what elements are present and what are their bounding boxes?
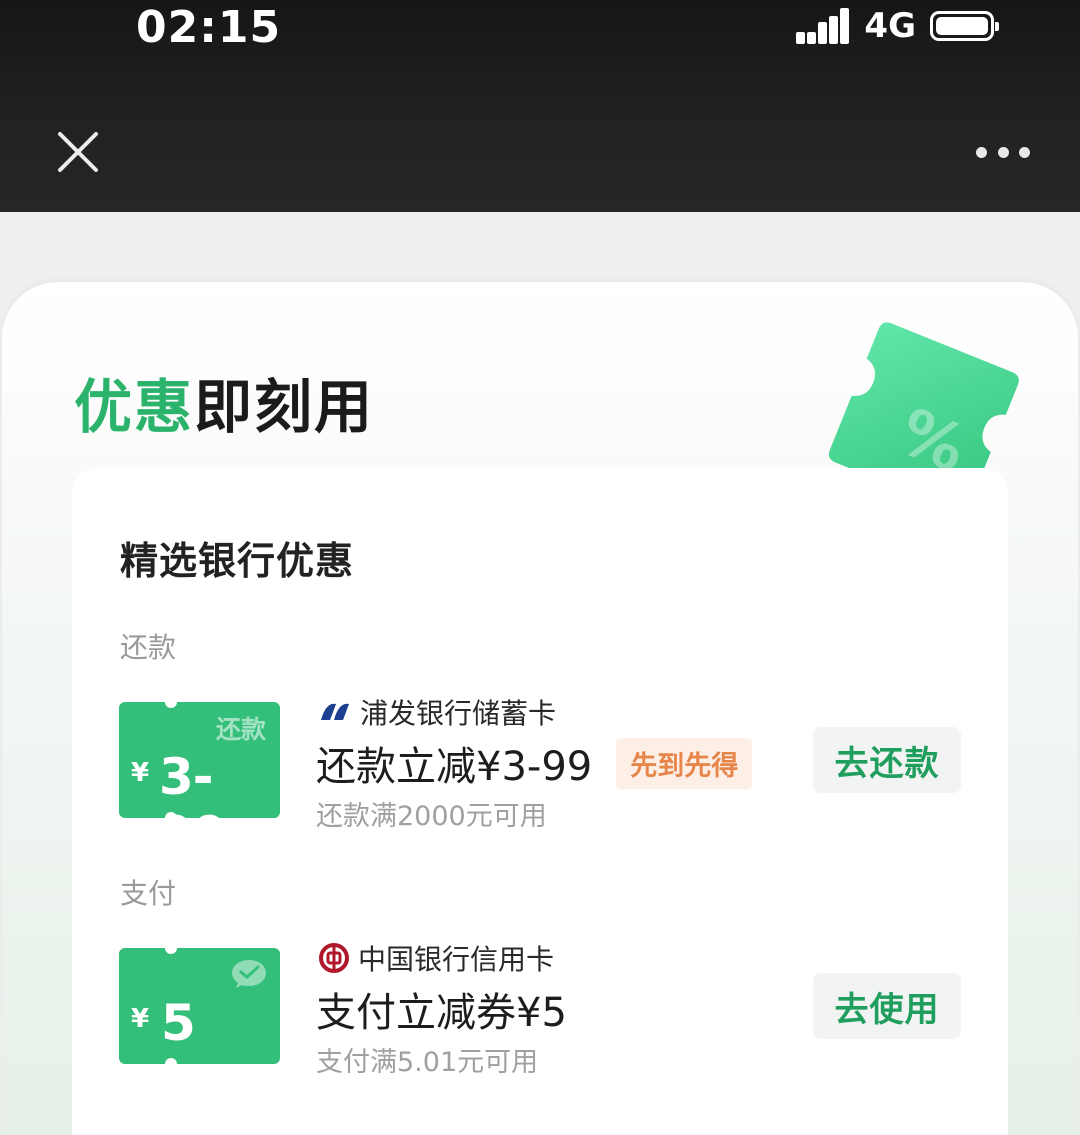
- section-label-repay: 还款: [120, 631, 177, 664]
- offer-title-row: 还款立减¥3-99 先到先得: [316, 734, 753, 792]
- coupon-currency: ¥: [131, 1004, 150, 1034]
- top-bar: 02:15 4G: [0, 0, 1080, 212]
- coupon-amount: 3-99: [159, 748, 228, 818]
- page-title: 优惠即刻用: [74, 360, 374, 444]
- card-title: 精选银行优惠: [120, 539, 355, 583]
- offer-condition: 支付满5.01元可用: [316, 1047, 539, 1078]
- page-title-accent: 优惠: [74, 373, 195, 441]
- use-button[interactable]: 去使用: [813, 973, 961, 1039]
- coupon-pay: ¥ 5: [119, 948, 280, 1064]
- status-time: 02:15: [136, 2, 282, 53]
- coupon-tag: 还款: [215, 715, 266, 744]
- signal-icon: [796, 8, 850, 44]
- repay-button[interactable]: 去还款: [813, 727, 961, 793]
- offer-title: 还款立减¥3-99: [316, 744, 593, 790]
- more-dots-icon[interactable]: [976, 144, 1030, 160]
- coupon-repay: 还款 ¥ 3-99: [119, 702, 280, 818]
- page-title-rest: 即刻用: [194, 373, 375, 441]
- coupon-amount: 5: [161, 994, 196, 1052]
- bank-row-boc: 中国银行信用卡: [318, 938, 554, 978]
- bank-offers-card: 精选银行优惠 还款 还款 ¥ 3-99 浦发银行储蓄卡 还款立减¥3-99 先到…: [72, 468, 1008, 1135]
- offer-condition: 还款满2000元可用: [316, 801, 547, 832]
- bank-row-spdb: 浦发银行储蓄卡: [318, 692, 556, 732]
- status-icons: 4G: [796, 6, 999, 46]
- offer-title: 支付立减券¥5: [316, 990, 567, 1036]
- coupon-currency: ¥: [131, 758, 150, 788]
- bank-name: 中国银行信用卡: [358, 943, 555, 976]
- battery-icon: [930, 11, 999, 41]
- wechat-pay-icon: [232, 960, 266, 988]
- offer-title-row: 支付立减券¥5: [316, 980, 567, 1038]
- first-come-badge: 先到先得: [616, 737, 753, 789]
- discount-ticket-icon: %: [828, 322, 1019, 492]
- network-type: 4G: [864, 6, 916, 46]
- spdb-logo-icon: [321, 703, 349, 720]
- section-label-pay: 支付: [120, 877, 177, 910]
- bank-name: 浦发银行储蓄卡: [360, 697, 557, 730]
- boc-logo-icon: [319, 943, 349, 973]
- close-icon[interactable]: [56, 130, 100, 174]
